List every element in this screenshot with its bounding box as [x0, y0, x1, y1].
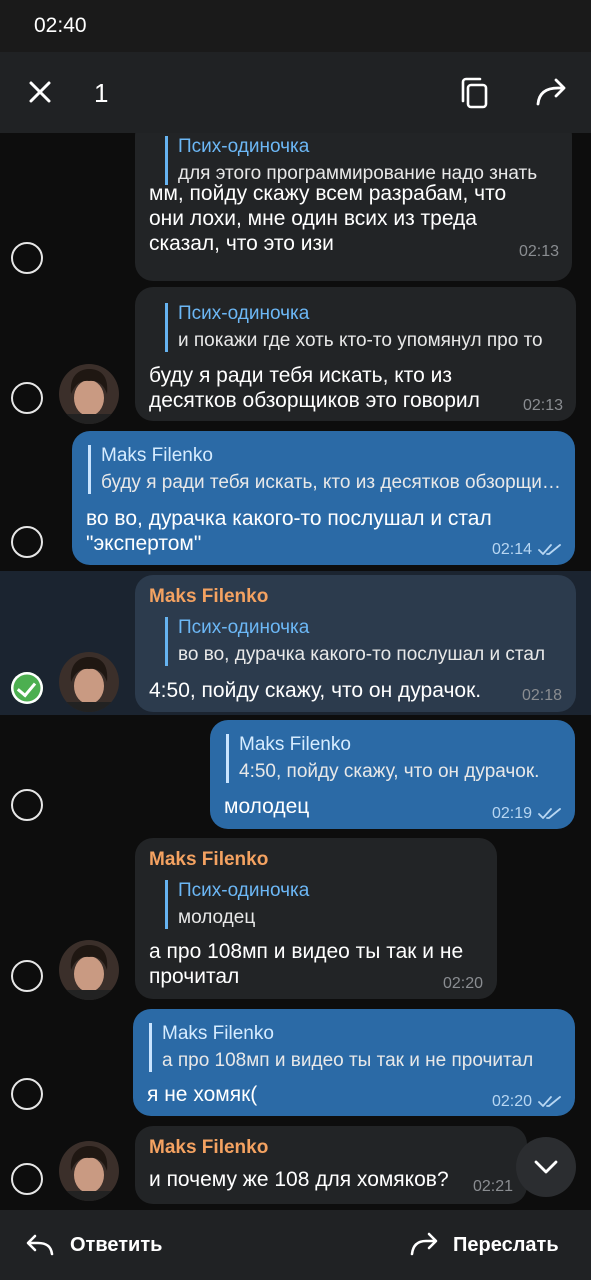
message-time: 02:19: [492, 805, 533, 822]
message-text: а про 108мп и видео ты так и не прочитал: [149, 940, 464, 988]
reply-button[interactable]: Ответить: [70, 1234, 162, 1257]
reply-text: а про 108мп и видео ты так и не прочитал: [162, 1050, 534, 1071]
message-time: 02:20: [443, 975, 484, 992]
message-select-radio[interactable]: [11, 960, 43, 992]
message-bubble[interactable]: Maks Filenko а про 108мп и видео ты так …: [133, 1009, 575, 1116]
selection-action-bar: 1: [0, 52, 591, 133]
reply-author: Maks Filenko: [162, 1023, 274, 1044]
bottom-action-bar: Ответить Переслать: [0, 1210, 591, 1280]
forward-icon[interactable]: [534, 76, 570, 110]
status-bar: 02:40: [0, 0, 591, 52]
message-bubble[interactable]: Maks Filenko 4:50, пойду скажу, что он д…: [210, 720, 575, 829]
avatar[interactable]: [59, 652, 119, 712]
message-select-radio[interactable]: [11, 382, 43, 414]
message-sender[interactable]: Maks Filenko: [149, 1137, 268, 1159]
reply-text: 4:50, пойду скажу, что он дурачок.: [239, 761, 540, 782]
reply-author: Псих-одиночка: [178, 303, 310, 324]
reply-text: буду я ради тебя искать, кто из десятков…: [101, 472, 562, 493]
message-time: 02:14: [492, 541, 533, 558]
reply-preview[interactable]: Maks Filenko 4:50, пойду скажу, что он д…: [226, 734, 562, 783]
avatar[interactable]: [59, 940, 119, 1000]
reply-text: и покажи где хоть кто-то упомянул про то: [178, 330, 543, 351]
forward-button[interactable]: Переслать: [453, 1234, 559, 1257]
message-text: буду я ради тебя искать, кто из десятков…: [149, 364, 480, 412]
message-select-radio[interactable]: [11, 242, 43, 274]
reply-preview[interactable]: Maks Filenko а про 108мп и видео ты так …: [149, 1023, 562, 1072]
reply-author: Maks Filenko: [239, 734, 351, 755]
reply-author: Псих-одиночка: [178, 617, 310, 638]
read-ticks-icon: [538, 808, 561, 819]
message-time: 02:18: [522, 687, 563, 704]
selected-count: 1: [94, 78, 109, 108]
reply-preview[interactable]: Псих-одиночка для этого программирование…: [165, 136, 559, 185]
close-icon[interactable]: [24, 76, 56, 108]
message-select-radio[interactable]: [11, 1078, 43, 1110]
reply-text: молодец: [178, 907, 256, 928]
message-text: во во, дурачка какого-то послушал и стал…: [86, 507, 492, 555]
message-time: 02:13: [519, 243, 560, 260]
message-text: мм, пойду скажу всем разрабам, что они л…: [149, 182, 507, 255]
reply-author: Псих-одиночка: [178, 136, 310, 157]
message-text: и почему же 108 для хомяков?: [149, 1168, 449, 1191]
message-time: 02:13: [523, 397, 564, 414]
message-bubble[interactable]: Maks Filenko и почему же 108 для хомяков…: [135, 1126, 527, 1204]
reply-preview[interactable]: Псих-одиночка молодец: [165, 880, 483, 929]
message-text: я не хомяк(: [147, 1083, 258, 1106]
read-ticks-icon: [538, 544, 561, 555]
message-bubble[interactable]: Maks Filenko Псих-одиночка молодец а про…: [135, 838, 497, 999]
message-bubble[interactable]: Псих-одиночка для этого программирование…: [135, 133, 572, 281]
chevron-down-icon: [534, 1160, 558, 1174]
message-time: 02:20: [492, 1093, 533, 1110]
avatar[interactable]: [59, 1141, 119, 1201]
forward-icon[interactable]: [410, 1232, 438, 1256]
message-bubble[interactable]: Maks Filenko Псих-одиночка во во, дурачк…: [135, 575, 576, 712]
message-select-radio[interactable]: [11, 789, 43, 821]
message-sender[interactable]: Maks Filenko: [149, 849, 268, 871]
avatar[interactable]: [59, 364, 119, 424]
reply-preview[interactable]: Псих-одиночка и покажи где хоть кто-то у…: [165, 303, 563, 352]
message-select-radio-checked[interactable]: [11, 672, 43, 704]
read-ticks-icon: [538, 1096, 561, 1107]
message-bubble[interactable]: Maks Filenko буду я ради тебя искать, кт…: [72, 431, 575, 565]
reply-author: Maks Filenko: [101, 445, 213, 466]
reply-author: Псих-одиночка: [178, 880, 310, 901]
reply-icon[interactable]: [26, 1234, 54, 1256]
copy-icon[interactable]: [458, 76, 492, 110]
message-select-radio[interactable]: [11, 1163, 43, 1195]
message-select-radio[interactable]: [11, 526, 43, 558]
status-time: 02:40: [34, 14, 87, 37]
scroll-down-button[interactable]: [516, 1137, 576, 1197]
message-text: молодец: [224, 795, 310, 818]
message-text: 4:50, пойду скажу, что он дурачок.: [149, 679, 482, 702]
message-time: 02:21: [473, 1178, 514, 1195]
message-sender[interactable]: Maks Filenko: [149, 586, 268, 608]
reply-preview[interactable]: Псих-одиночка во во, дурачка какого-то п…: [165, 617, 563, 666]
message-bubble[interactable]: Псих-одиночка и покажи где хоть кто-то у…: [135, 287, 576, 421]
reply-preview[interactable]: Maks Filenko буду я ради тебя искать, кт…: [88, 445, 562, 494]
chat-messages[interactable]: Псих-одиночка для этого программирование…: [0, 133, 591, 1210]
reply-text: во во, дурачка какого-то послушал и стал: [178, 644, 546, 665]
